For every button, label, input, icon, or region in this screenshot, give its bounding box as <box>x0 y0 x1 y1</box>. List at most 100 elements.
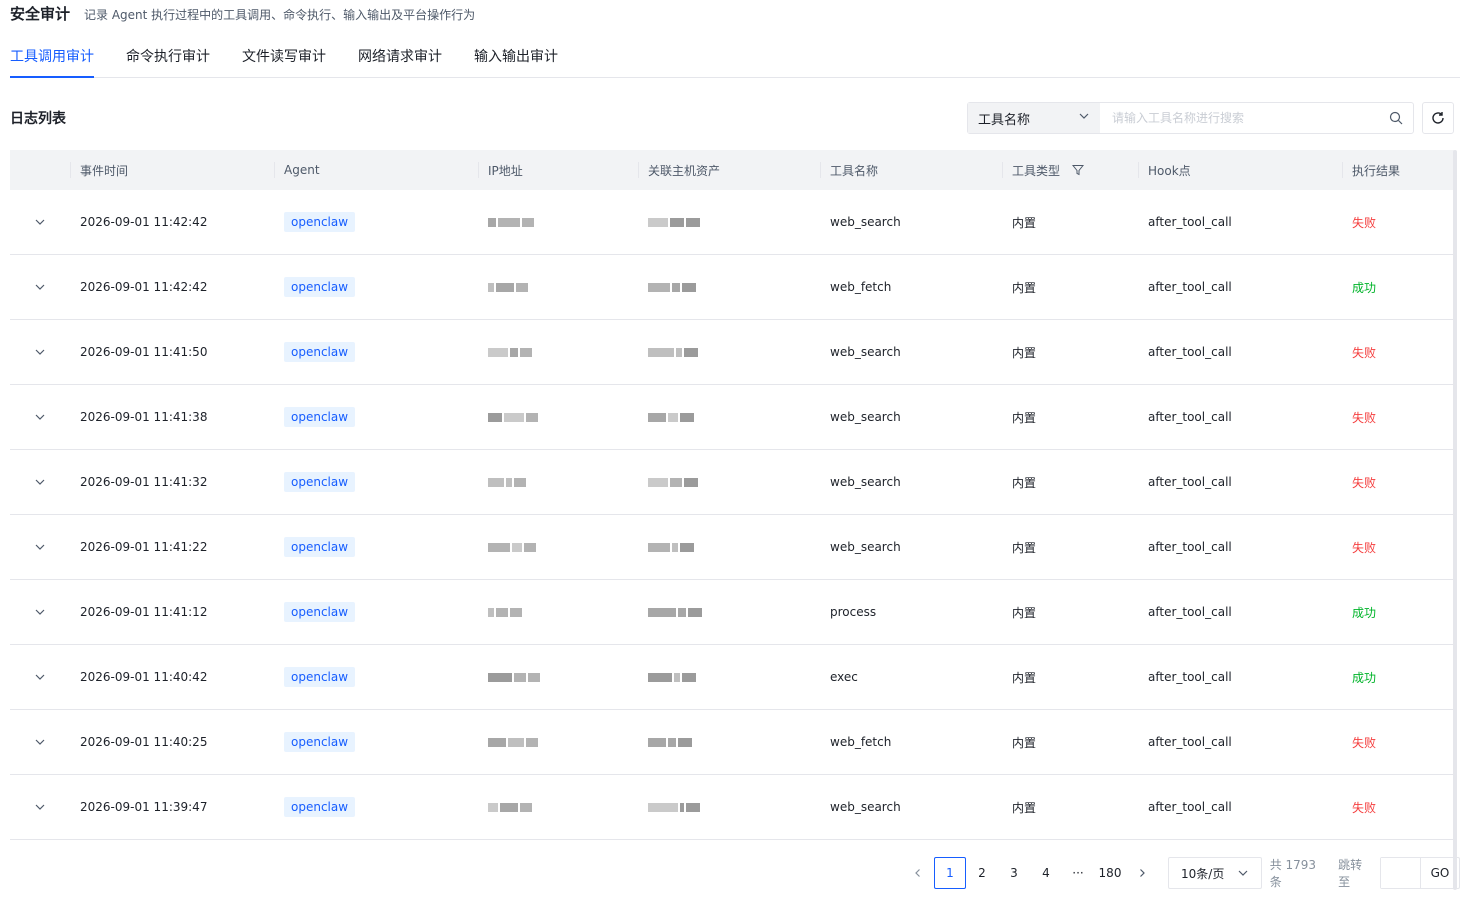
ip-redacted <box>488 607 522 617</box>
log-table: 事件时间 Agent IP地址 关联主机资产 工具名称 工具类型 Hook点 执… <box>10 150 1454 840</box>
expand-column-header <box>10 150 70 190</box>
cell-ip <box>478 255 638 319</box>
agent-tag[interactable]: openclaw <box>284 732 356 752</box>
table-row[interactable]: 2026-09-01 11:41:32 openclaw web_search … <box>10 450 1454 515</box>
table-header: 事件时间 Agent IP地址 关联主机资产 工具名称 工具类型 Hook点 执… <box>10 150 1454 190</box>
tab-tool-call[interactable]: 工具调用审计 <box>10 46 94 78</box>
expand-toggle[interactable] <box>10 515 70 579</box>
expand-toggle[interactable] <box>10 190 70 254</box>
page-button[interactable]: 180 <box>1094 857 1126 889</box>
pagination: 1 2 3 4 ··· 180 10条/页 共 1793 条 跳转至 GO <box>902 856 1460 890</box>
chevron-down-icon <box>35 349 45 355</box>
cell-time: 2026-09-01 11:41:22 <box>80 540 208 554</box>
chevron-down-icon <box>35 284 45 290</box>
cell-ip <box>478 190 638 254</box>
filter-icon[interactable] <box>1072 164 1085 176</box>
cell-ip <box>478 385 638 449</box>
agent-tag[interactable]: openclaw <box>284 212 356 232</box>
agent-tag[interactable]: openclaw <box>284 342 356 362</box>
cell-host <box>638 190 820 254</box>
go-button[interactable]: GO <box>1421 858 1459 888</box>
expand-toggle[interactable] <box>10 580 70 644</box>
host-redacted <box>648 347 698 357</box>
chevron-left-icon <box>915 869 920 877</box>
cell-tool: web_fetch <box>830 735 892 749</box>
host-redacted <box>648 672 696 682</box>
host-redacted <box>648 607 702 617</box>
page-ellipsis[interactable]: ··· <box>1062 857 1094 889</box>
cell-host <box>638 645 820 709</box>
cell-agent: openclaw <box>274 190 478 254</box>
agent-tag[interactable]: openclaw <box>284 667 356 687</box>
cell-agent: openclaw <box>274 320 478 384</box>
column-header-tool: 工具名称 <box>820 150 1002 190</box>
chevron-down-icon <box>35 609 45 615</box>
column-header-type-label: 工具类型 <box>1012 163 1061 178</box>
cell-agent: openclaw <box>274 385 478 449</box>
table-row[interactable]: 2026-09-01 11:41:38 openclaw web_search … <box>10 385 1454 450</box>
table-row[interactable]: 2026-09-01 11:42:42 openclaw web_fetch 内… <box>10 255 1454 320</box>
expand-toggle[interactable] <box>10 320 70 384</box>
cell-agent: openclaw <box>274 580 478 644</box>
agent-tag[interactable]: openclaw <box>284 537 356 557</box>
chevron-down-icon <box>35 219 45 225</box>
ip-redacted <box>488 347 532 357</box>
page-button[interactable]: 4 <box>1030 857 1062 889</box>
expand-toggle[interactable] <box>10 450 70 514</box>
table-row[interactable]: 2026-09-01 11:42:42 openclaw web_search … <box>10 190 1454 255</box>
expand-toggle[interactable] <box>10 645 70 709</box>
status-badge: 成功 <box>1352 670 1377 685</box>
cell-ip <box>478 450 638 514</box>
cell-ip <box>478 515 638 579</box>
agent-tag[interactable]: openclaw <box>284 797 356 817</box>
tab-network[interactable]: 网络请求审计 <box>358 46 442 77</box>
table-row[interactable]: 2026-09-01 11:41:22 openclaw web_search … <box>10 515 1454 580</box>
agent-tag[interactable]: openclaw <box>284 602 356 622</box>
cell-hook: after_tool_call <box>1148 605 1232 619</box>
ip-redacted <box>488 412 538 422</box>
chevron-right-icon <box>1140 869 1145 877</box>
cell-agent: openclaw <box>274 515 478 579</box>
cell-time: 2026-09-01 11:41:12 <box>80 605 208 619</box>
agent-tag[interactable]: openclaw <box>284 277 356 297</box>
prev-page-button[interactable] <box>902 857 934 889</box>
table-row[interactable]: 2026-09-01 11:40:42 openclaw exec 内置 aft… <box>10 645 1454 710</box>
cell-host <box>638 255 820 319</box>
search-icon[interactable] <box>1379 103 1413 133</box>
expand-toggle[interactable] <box>10 710 70 774</box>
cell-time: 2026-09-01 11:41:32 <box>80 475 208 489</box>
table-row[interactable]: 2026-09-01 11:41:50 openclaw web_search … <box>10 320 1454 385</box>
page-button[interactable]: 3 <box>998 857 1030 889</box>
tab-io[interactable]: 输入输出审计 <box>474 46 558 77</box>
cell-ip <box>478 775 638 839</box>
status-badge: 失败 <box>1352 540 1377 555</box>
total-count: 共 1793 条 <box>1269 858 1317 889</box>
cell-host <box>638 515 820 579</box>
agent-tag[interactable]: openclaw <box>284 472 356 492</box>
cell-type: 内置 <box>1012 410 1037 425</box>
expand-toggle[interactable] <box>10 385 70 449</box>
agent-tag[interactable]: openclaw <box>284 407 356 427</box>
search-input[interactable] <box>1100 103 1379 133</box>
jump-page-input[interactable] <box>1381 858 1421 888</box>
scrollbar[interactable] <box>1453 150 1457 890</box>
cell-host <box>638 385 820 449</box>
refresh-button[interactable] <box>1422 102 1454 134</box>
table-row[interactable]: 2026-09-01 11:40:25 openclaw web_fetch 内… <box>10 710 1454 775</box>
table-row[interactable]: 2026-09-01 11:41:12 openclaw process 内置 … <box>10 580 1454 645</box>
refresh-icon <box>1432 112 1444 124</box>
tab-command[interactable]: 命令执行审计 <box>126 46 210 77</box>
next-page-button[interactable] <box>1126 857 1158 889</box>
expand-toggle[interactable] <box>10 255 70 319</box>
ip-redacted <box>488 282 528 292</box>
search-field-select[interactable]: 工具名称 <box>968 103 1100 133</box>
page-button[interactable]: 2 <box>966 857 998 889</box>
cell-tool: web_search <box>830 540 901 554</box>
expand-toggle[interactable] <box>10 775 70 839</box>
table-row[interactable]: 2026-09-01 11:39:47 openclaw web_search … <box>10 775 1454 840</box>
page-button[interactable]: 1 <box>934 857 966 889</box>
tab-file[interactable]: 文件读写审计 <box>242 46 326 77</box>
cell-hook: after_tool_call <box>1148 540 1232 554</box>
page-size-label: 10条/页 <box>1181 866 1225 881</box>
page-size-select[interactable]: 10条/页 <box>1168 857 1262 889</box>
